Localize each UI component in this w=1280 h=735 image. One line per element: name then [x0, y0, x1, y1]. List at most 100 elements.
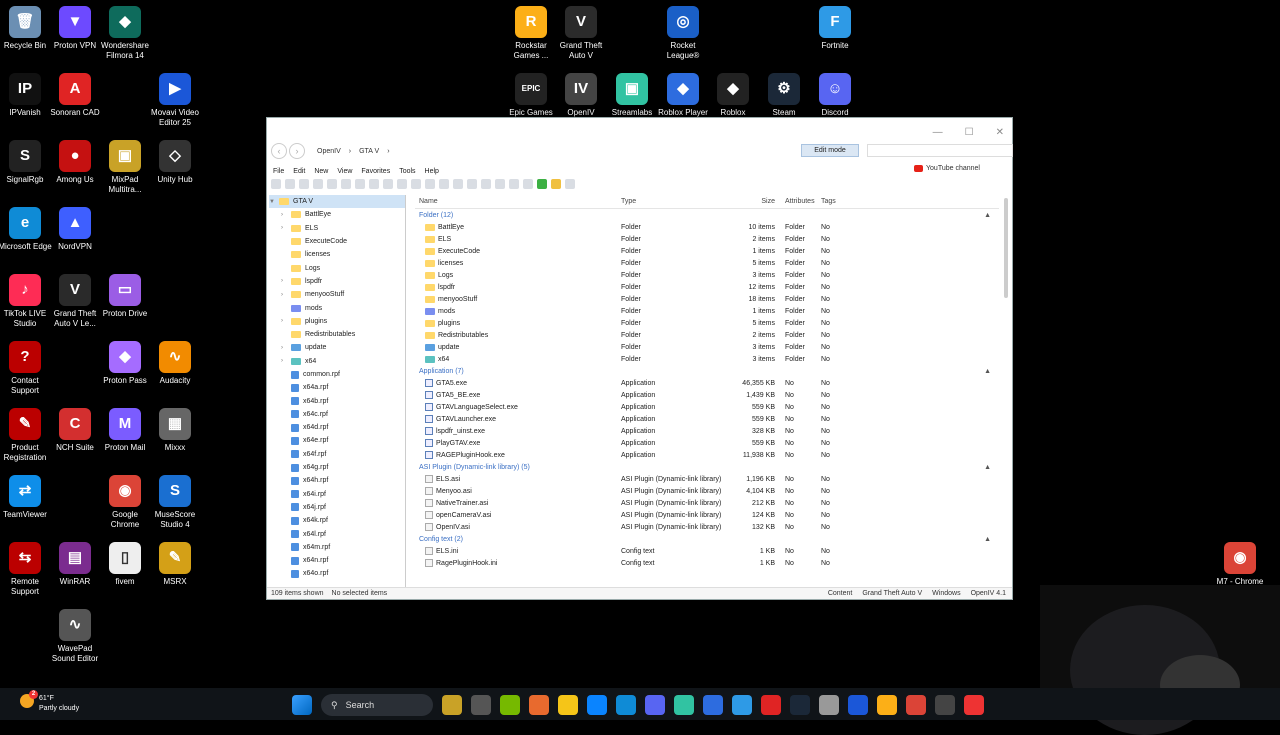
desktop-shortcut[interactable]: ⇄ TeamViewer — [0, 475, 53, 520]
toolbar-button-icon[interactable] — [313, 179, 323, 189]
table-row[interactable]: openCameraV.asi ASI Plugin (Dynamic-link … — [415, 509, 999, 521]
table-row[interactable]: update Folder 3 items Folder No — [415, 341, 999, 353]
scrollbar[interactable] — [1004, 198, 1008, 298]
toolbar-button-icon[interactable] — [369, 179, 379, 189]
desktop-shortcut[interactable]: S MuseScore Studio 4 — [147, 475, 203, 530]
desktop-shortcut[interactable]: ✎ MSRX — [147, 542, 203, 587]
forward-icon[interactable]: › — [289, 143, 305, 159]
group-header[interactable]: Folder (12) ▲ — [415, 209, 999, 221]
tree-folder[interactable]: › lspdfr — [269, 275, 405, 288]
toolbar-button-icon[interactable] — [355, 179, 365, 189]
tree-root[interactable]: ▼ GTA V — [269, 195, 405, 209]
tree-rpf-archive[interactable]: x64i.rpf — [269, 488, 405, 501]
desktop-shortcut[interactable]: ▶ Movavi Video Editor 25 — [147, 73, 203, 128]
taskbar-app-icon[interactable] — [964, 695, 984, 715]
desktop-shortcut[interactable]: ◆ Roblox — [705, 73, 761, 118]
table-row[interactable]: NativeTrainer.asi ASI Plugin (Dynamic-lin… — [415, 497, 999, 509]
desktop-shortcut[interactable]: ◆ Proton Pass — [97, 341, 153, 386]
menu-view[interactable]: View — [337, 168, 352, 175]
tree-rpf-archive[interactable]: x64j.rpf — [269, 501, 405, 514]
search-input[interactable] — [867, 144, 1013, 157]
desktop-shortcut[interactable]: ? Contact Support — [0, 341, 53, 396]
desktop-shortcut[interactable]: ▣ Streamlabs — [604, 73, 660, 118]
toolbar-button-icon[interactable] — [425, 179, 435, 189]
breadcrumb-gtav[interactable]: GTA V — [359, 148, 379, 155]
tree-folder[interactable]: › BattlEye — [269, 208, 405, 221]
table-row[interactable]: lspdfr_uinst.exe Application 328 KB No No — [415, 425, 999, 437]
table-row[interactable]: licenses Folder 5 items Folder No — [415, 257, 999, 269]
tree-folder[interactable]: mods — [269, 301, 405, 314]
desktop-shortcut[interactable]: V Grand Theft Auto V — [553, 6, 609, 61]
group-header[interactable]: Config text (2) ▲ — [415, 533, 999, 545]
desktop-shortcut[interactable]: ▯ fivem — [97, 542, 153, 587]
search-box[interactable]: ⚲ Search — [321, 694, 433, 716]
tree-rpf-archive[interactable]: x64o.rpf — [269, 567, 405, 580]
desktop-shortcut[interactable]: ▭ Proton Drive — [97, 274, 153, 319]
tree-rpf-archive[interactable]: x64n.rpf — [269, 554, 405, 567]
minimize-icon[interactable]: — — [933, 127, 943, 138]
taskbar-app-icon[interactable] — [500, 695, 520, 715]
table-row[interactable]: x64 Folder 3 items Folder No — [415, 353, 999, 365]
desktop-shortcut[interactable]: ◆ Roblox Player — [655, 73, 711, 118]
menu-file[interactable]: File — [273, 168, 284, 175]
col-attributes[interactable]: Attributes — [779, 198, 821, 205]
toolbar-button-icon[interactable] — [467, 179, 477, 189]
table-row[interactable]: Menyoo.asi ASI Plugin (Dynamic-link libra… — [415, 485, 999, 497]
desktop-shortcut[interactable]: R Rockstar Games ... — [503, 6, 559, 61]
desktop-shortcut[interactable]: F Fortnite — [807, 6, 863, 51]
desktop-shortcut[interactable]: ⚙ Steam — [756, 73, 812, 118]
col-type[interactable]: Type — [621, 198, 721, 205]
desktop-shortcut[interactable]: ▲ NordVPN — [47, 207, 103, 252]
tree-rpf-archive[interactable]: x64e.rpf — [269, 434, 405, 447]
desktop-shortcut[interactable]: ♪ TikTok LIVE Studio — [0, 274, 53, 329]
collapse-icon[interactable]: ▲ — [984, 464, 991, 471]
toolbar-button-icon[interactable] — [411, 179, 421, 189]
table-row[interactable]: ELS.asi ASI Plugin (Dynamic-link library)… — [415, 473, 999, 485]
taskbar-app-icon[interactable] — [529, 695, 549, 715]
taskbar-app-icon[interactable] — [645, 695, 665, 715]
toolbar-button-icon[interactable] — [299, 179, 309, 189]
tree-folder[interactable]: licenses — [269, 248, 405, 261]
col-tags[interactable]: Tags — [821, 198, 861, 205]
desktop-shortcut[interactable]: A Sonoran CAD — [47, 73, 103, 118]
tree-rpf-archive[interactable]: x64k.rpf — [269, 514, 405, 527]
table-row[interactable]: RAGEPluginHook.exe Application 11,938 KB No… — [415, 449, 999, 461]
desktop-shortcut[interactable]: ◆ Wondershare Filmora 14 — [97, 6, 153, 61]
maximize-icon[interactable]: ☐ — [965, 127, 974, 138]
table-row[interactable]: BattlEye Folder 10 items Folder No — [415, 221, 999, 233]
desktop-shortcut[interactable]: S SignalRgb — [0, 140, 53, 185]
taskbar-app-icon[interactable] — [877, 695, 897, 715]
toolbar-button-icon[interactable] — [327, 179, 337, 189]
toolbar-button-icon[interactable] — [495, 179, 505, 189]
youtube-channel-link[interactable]: YouTube channel — [914, 165, 980, 172]
taskbar-app-icon[interactable] — [616, 695, 636, 715]
tree-folder[interactable]: › x64 — [269, 355, 405, 368]
taskbar-app-icon[interactable] — [906, 695, 926, 715]
menu-tools[interactable]: Tools — [399, 168, 415, 175]
toolbar-button-icon[interactable] — [383, 179, 393, 189]
taskbar-app-icon[interactable] — [471, 695, 491, 715]
desktop-shortcut[interactable]: ◇ Unity Hub — [147, 140, 203, 185]
toolbar-button-icon[interactable] — [271, 179, 281, 189]
table-row[interactable]: GTAVLauncher.exe Application 559 KB No No — [415, 413, 999, 425]
taskbar-app-icon[interactable] — [732, 695, 752, 715]
table-row[interactable]: ELS.ini Config text 1 KB No No — [415, 545, 999, 557]
desktop-shortcut[interactable]: EPIC Epic Games — [503, 73, 559, 118]
group-header[interactable]: Application (7) ▲ — [415, 365, 999, 377]
taskbar-app-icon[interactable] — [761, 695, 781, 715]
toolbar-button-icon[interactable] — [481, 179, 491, 189]
desktop-shortcut[interactable]: ◎ Rocket League® — [655, 6, 711, 61]
desktop-shortcut[interactable]: ▦ Mixxx — [147, 408, 203, 453]
toolbar-button-icon[interactable] — [537, 179, 547, 189]
desktop-shortcut[interactable]: ⇆ Remote Support — [0, 542, 53, 597]
tree-folder[interactable]: › plugins — [269, 315, 405, 328]
toolbar-button-icon[interactable] — [551, 179, 561, 189]
desktop-shortcut[interactable]: ▤ WinRAR — [47, 542, 103, 587]
table-row[interactable]: GTA5.exe Application 46,355 KB No No — [415, 377, 999, 389]
tree-folder[interactable]: Redistributables — [269, 328, 405, 341]
table-row[interactable]: ELS Folder 2 items Folder No — [415, 233, 999, 245]
desktop-shortcut[interactable]: ∿ Audacity — [147, 341, 203, 386]
taskbar-app-icon[interactable] — [703, 695, 723, 715]
desktop-shortcut[interactable]: ◉ M7 - Chrome — [1212, 542, 1268, 587]
table-row[interactable]: OpenIV.asi ASI Plugin (Dynamic-link libra… — [415, 521, 999, 533]
